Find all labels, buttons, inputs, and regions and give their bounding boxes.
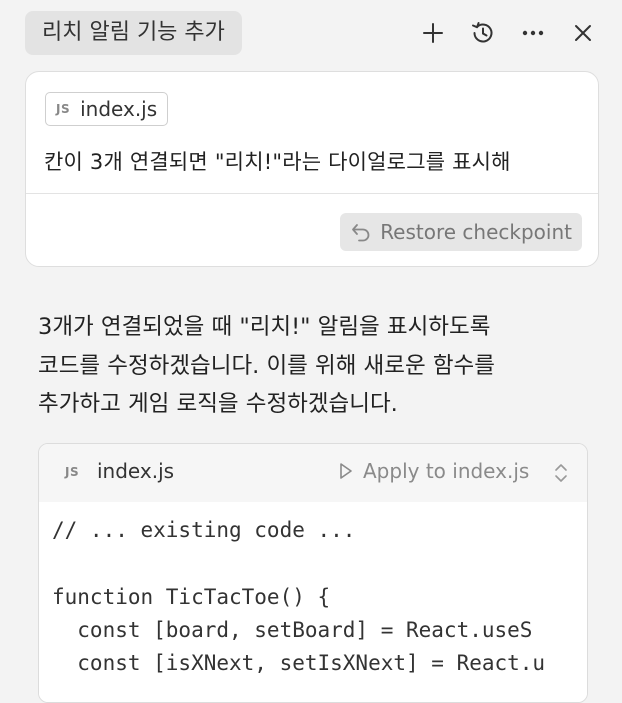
- code-line: function TicTacToe() {: [52, 584, 331, 609]
- code-block-filename: index.js: [97, 459, 175, 483]
- code-body[interactable]: // ... existing code ... function TicTac…: [39, 502, 587, 702]
- more-icon: [522, 30, 544, 36]
- code-line: const [board, setBoard] = React.useS: [52, 617, 533, 642]
- response-line: 코드를 수정하겠습니다. 이를 위해 새로운 함수를: [38, 352, 495, 379]
- js-file-icon: JS: [56, 102, 71, 116]
- message-divider: [26, 193, 598, 194]
- play-icon: [340, 463, 352, 479]
- js-file-icon: JS: [65, 465, 80, 479]
- code-line: const [isXNext, setIsXNext] = React.u: [52, 651, 546, 676]
- expand-collapse-button[interactable]: [551, 460, 571, 486]
- top-bar: 리치 알림 기능 추가: [0, 0, 622, 66]
- apply-label: Apply to index.js: [363, 459, 530, 483]
- close-icon: [575, 25, 591, 41]
- undo-icon: [352, 224, 370, 242]
- response-line: 3개가 연결되었을 때 "리치!" 알림을 표시하도록: [38, 314, 491, 340]
- code-block: JS index.js Apply to index.js // ... exi…: [38, 443, 588, 703]
- file-context-chip[interactable]: JS index.js: [45, 92, 169, 126]
- close-button[interactable]: [567, 17, 599, 49]
- chat-title-tab[interactable]: 리치 알림 기능 추가: [25, 11, 242, 55]
- restore-checkpoint-button[interactable]: Restore checkpoint: [340, 213, 582, 251]
- user-message-card[interactable]: JS index.js 칸이 3개 연결되면 "리치!"라는 다이얼로그를 표시…: [25, 71, 599, 267]
- code-block-header: JS index.js Apply to index.js: [39, 444, 587, 503]
- apply-to-file-button[interactable]: Apply to index.js: [339, 459, 529, 483]
- code-line: // ... existing code ...: [52, 518, 356, 542]
- response-line: 추가하고 게임 로직을 수정하겠습니다.: [38, 391, 398, 417]
- restore-checkpoint-label: Restore checkpoint: [380, 220, 572, 244]
- file-chip-name: index.js: [80, 97, 158, 121]
- history-icon: [472, 22, 493, 43]
- history-button[interactable]: [467, 17, 499, 49]
- more-options-button[interactable]: [517, 17, 549, 49]
- new-chat-button[interactable]: [417, 17, 449, 49]
- chevron-up-down-icon: [555, 464, 567, 482]
- assistant-response: 3개가 연결되었을 때 "리치!" 알림을 표시하도록 코드를 수정하겠습니다.…: [38, 308, 598, 424]
- user-message-text: 칸이 3개 연결되면 "리치!"라는 다이얼로그를 표시해: [44, 150, 511, 174]
- plus-icon: [423, 23, 443, 43]
